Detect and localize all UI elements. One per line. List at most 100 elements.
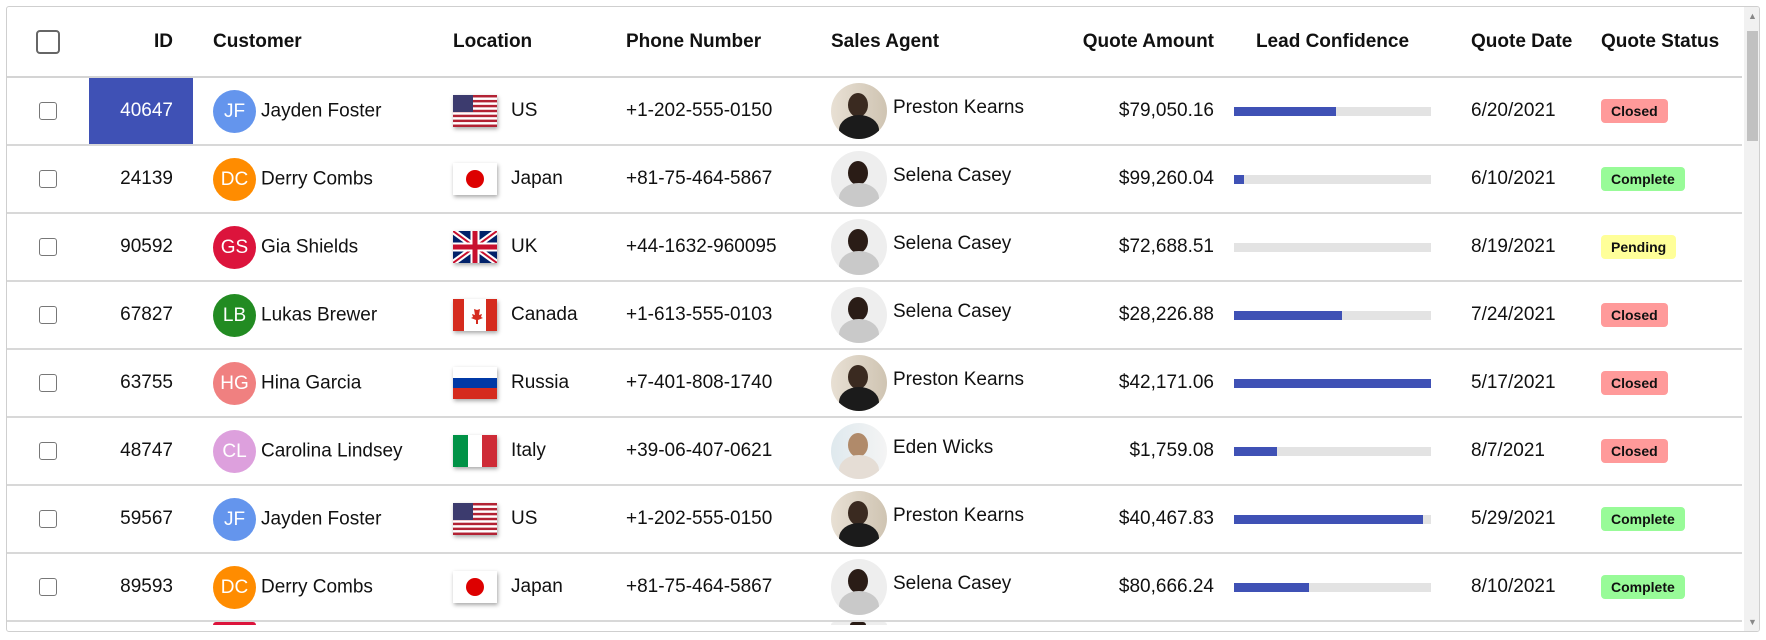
cell-agent[interactable]: Preston Kearns [813,77,1041,146]
cell-id[interactable]: 89593 [89,553,193,622]
cell-location[interactable]: US [441,77,606,146]
row-checkbox[interactable] [39,237,57,256]
scrollbar-thumb[interactable] [1747,31,1758,141]
cell-status[interactable]: Complete [1581,145,1742,214]
cell-agent[interactable]: Preston Kearns [813,485,1041,554]
cell-location[interactable]: US [441,485,606,554]
row-checkbox[interactable] [39,169,57,188]
cell-customer[interactable]: DC Derry Combs [193,145,441,214]
cell-amount[interactable]: $99,260.04 [1041,145,1234,214]
cell-confidence[interactable] [1234,281,1451,350]
cell-confidence[interactable] [1234,349,1451,418]
row-checkbox[interactable] [39,509,57,528]
cell-confidence[interactable] [1234,417,1451,486]
cell-phone[interactable]: +1-202-555-0150 [606,485,813,554]
cell-status[interactable]: Closed [1581,281,1742,350]
cell-agent[interactable]: Selena Casey [813,281,1041,350]
table-row[interactable]: 48747 CL Carolina Lindsey Italy +39-06-407-0… [7,417,1742,486]
cell-customer[interactable]: JF Jayden Foster [193,485,441,554]
cell-agent[interactable]: Preston Kearns [813,349,1041,418]
row-checkbox[interactable] [39,441,57,460]
table-row[interactable]: 40647 JF Jayden Foster US +1-202-555-0150 Pre… [7,77,1742,146]
row-checkbox[interactable] [39,305,57,324]
cell-customer[interactable]: LB Lukas Brewer [193,281,441,350]
cell-confidence[interactable] [1234,553,1451,622]
cell-id[interactable]: 40647 [89,77,193,146]
cell-location[interactable]: Russia [441,349,606,418]
row-checkbox[interactable] [39,101,57,120]
header-customer[interactable]: Customer [193,7,441,78]
cell-phone[interactable]: +7-401-808-1740 [606,349,813,418]
cell-date[interactable]: 7/24/2021 [1451,281,1581,350]
cell-customer[interactable]: GS Gia Shields [193,213,441,282]
cell-amount[interactable]: $42,171.06 [1041,349,1234,418]
row-checkbox[interactable] [39,577,57,596]
cell-status[interactable]: Complete [1581,485,1742,554]
cell-location[interactable]: UK [441,213,606,282]
cell-status[interactable]: Complete [1581,553,1742,622]
header-date[interactable]: Quote Date [1451,7,1581,78]
cell-location[interactable]: Japan [441,145,606,214]
cell-id[interactable]: 24139 [89,145,193,214]
cell-phone[interactable]: +44-1632-960095 [606,213,813,282]
cell-date[interactable]: 5/29/2021 [1451,485,1581,554]
cell-confidence[interactable] [1234,213,1451,282]
cell-status[interactable]: Closed [1581,417,1742,486]
cell-customer[interactable]: CL Carolina Lindsey [193,417,441,486]
cell-agent[interactable]: Selena Casey [813,213,1041,282]
scroll-up-icon[interactable]: ▲ [1748,11,1757,21]
cell-confidence[interactable] [1234,145,1451,214]
cell-status[interactable]: Pending [1581,213,1742,282]
cell-phone[interactable]: +39-06-407-0621 [606,417,813,486]
table-row[interactable]: 24139 DC Derry Combs Japan +81-75-464-5867 Se… [7,145,1742,214]
header-phone[interactable]: Phone Number [606,7,813,78]
cell-amount[interactable]: $80,666.24 [1041,553,1234,622]
scroll-down-icon[interactable]: ▼ [1748,617,1757,627]
cell-status[interactable]: Closed [1581,77,1742,146]
table-row[interactable]: 89593 DC Derry Combs Japan +81-75-464-5867 Se… [7,553,1742,622]
cell-confidence[interactable] [1234,485,1451,554]
cell-location[interactable]: Canada [441,281,606,350]
cell-id[interactable]: 59567 [89,485,193,554]
cell-id[interactable]: 90592 [89,213,193,282]
cell-location[interactable]: Japan [441,553,606,622]
cell-agent[interactable]: Eden Wicks [813,417,1041,486]
cell-customer[interactable]: DC Derry Combs [193,553,441,622]
cell-customer[interactable]: HG Hina Garcia [193,349,441,418]
cell-date[interactable]: 5/17/2021 [1451,349,1581,418]
select-all-checkbox[interactable] [36,29,60,54]
cell-id[interactable]: 48747 [89,417,193,486]
table-row[interactable]: 59567 JF Jayden Foster US +1-202-555-0150 Pre… [7,485,1742,554]
cell-date[interactable]: 8/10/2021 [1451,553,1581,622]
table-row-partial[interactable] [7,621,1742,625]
cell-amount[interactable]: $72,688.51 [1041,213,1234,282]
cell-phone[interactable]: +81-75-464-5867 [606,145,813,214]
cell-id[interactable]: 67827 [89,281,193,350]
cell-confidence[interactable] [1234,77,1451,146]
table-row[interactable]: 63755 HG Hina Garcia Russia +7-401-808-1740 P… [7,349,1742,418]
cell-location[interactable]: Italy [441,417,606,486]
cell-phone[interactable]: +1-613-555-0103 [606,281,813,350]
header-status[interactable]: Quote Status [1581,7,1742,78]
cell-amount[interactable]: $40,467.83 [1041,485,1234,554]
table-row[interactable]: 90592 GS Gia Shields UK +44-1632-960095 Selen… [7,213,1742,282]
cell-amount[interactable]: $28,226.88 [1041,281,1234,350]
cell-date[interactable]: 6/20/2021 [1451,77,1581,146]
cell-id[interactable]: 63755 [89,349,193,418]
row-checkbox[interactable] [39,373,57,392]
cell-agent[interactable]: Selena Casey [813,145,1041,214]
cell-amount[interactable]: $79,050.16 [1041,77,1234,146]
vertical-scrollbar[interactable]: ▲ ▼ [1744,7,1759,631]
header-amount[interactable]: Quote Amount [1041,7,1234,78]
cell-date[interactable]: 8/19/2021 [1451,213,1581,282]
cell-customer[interactable]: JF Jayden Foster [193,77,441,146]
cell-phone[interactable]: +81-75-464-5867 [606,553,813,622]
cell-date[interactable]: 6/10/2021 [1451,145,1581,214]
cell-phone[interactable]: +1-202-555-0150 [606,77,813,146]
cell-agent[interactable]: Selena Casey [813,553,1041,622]
cell-status[interactable]: Closed [1581,349,1742,418]
header-id[interactable]: ID [89,7,193,78]
header-agent[interactable]: Sales Agent [813,7,1041,78]
header-location[interactable]: Location [441,7,606,78]
cell-amount[interactable]: $1,759.08 [1041,417,1234,486]
